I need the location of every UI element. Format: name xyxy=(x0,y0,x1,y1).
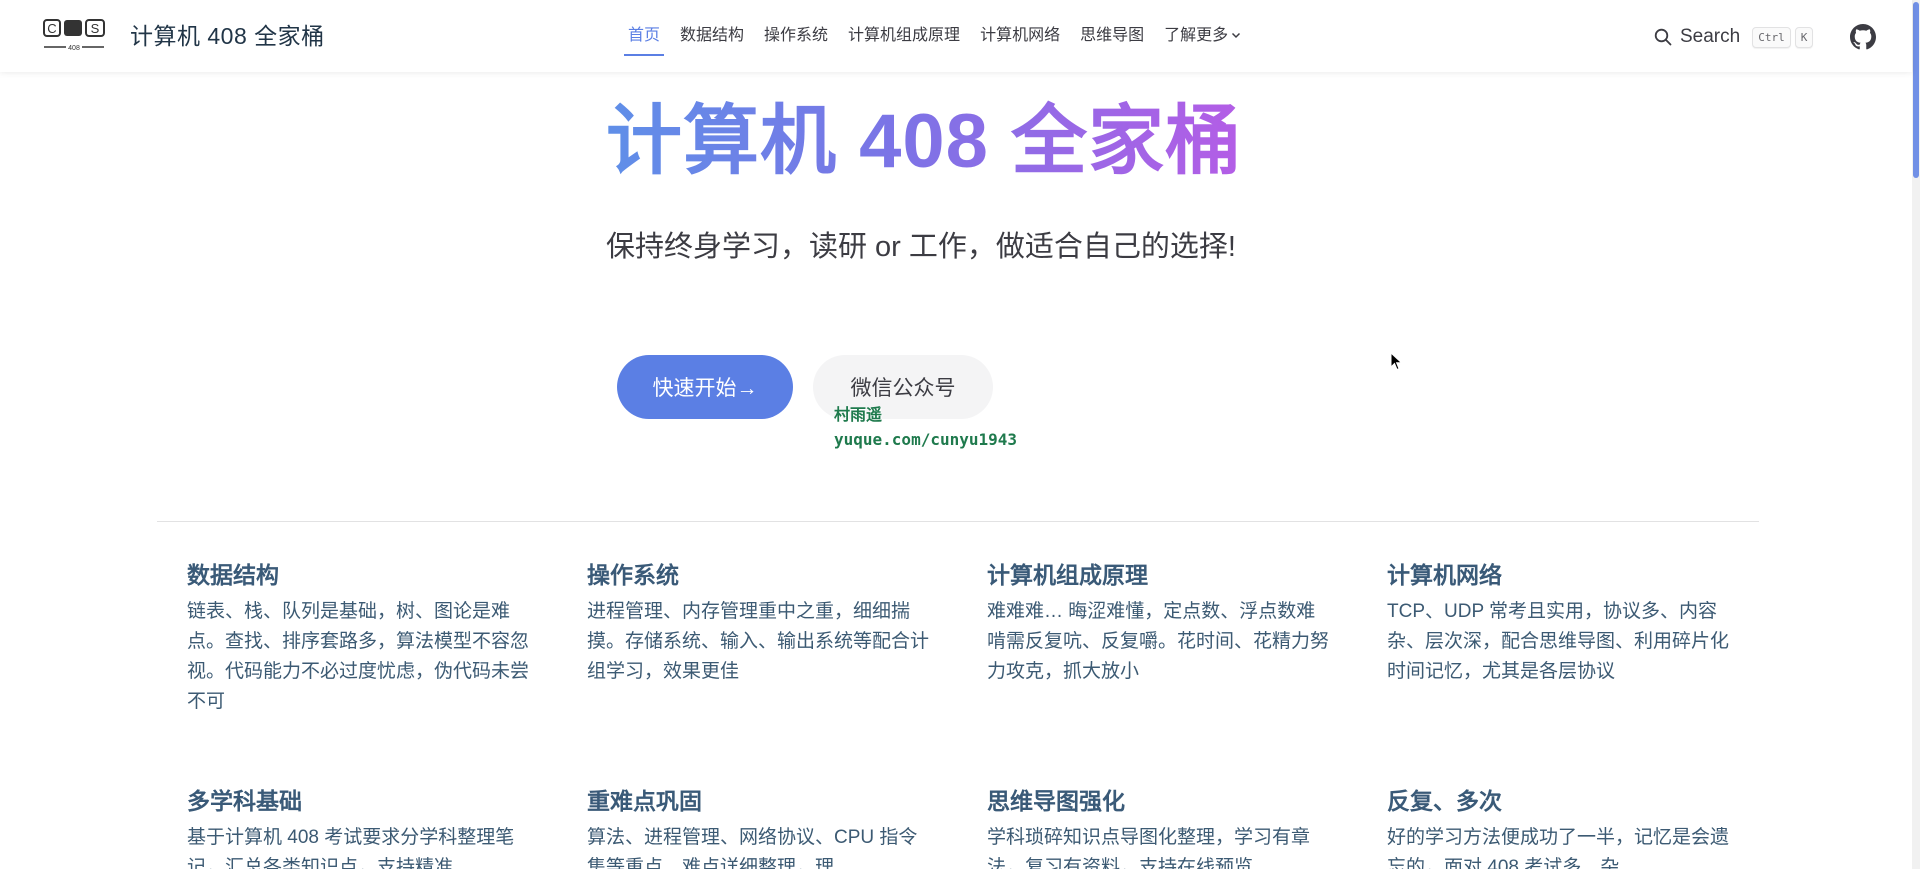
github-icon[interactable] xyxy=(1850,24,1876,50)
feature-title: 多学科基础 xyxy=(187,788,302,814)
feature-card: 操作系统 进程管理、内存管理重中之重，细细揣摸。存储系统、输入、输出系统等配合计… xyxy=(587,559,933,687)
scrollbar-thumb[interactable] xyxy=(1913,2,1919,178)
svg-text:C: C xyxy=(47,21,56,36)
feature-card: 数据结构 链表、栈、队列是基础，树、图论是难点。查找、排序套路多，算法模型不容忽… xyxy=(187,559,533,717)
chevron-down-icon xyxy=(1232,32,1241,39)
site-logo[interactable]: C S 408 xyxy=(42,18,106,54)
mouse-cursor-icon xyxy=(1390,352,1403,371)
feature-card: 多学科基础 基于计算机 408 考试要求分学科整理笔记，汇总各类知识点，支持精准 xyxy=(187,785,533,869)
shortcut-key-k: K xyxy=(1794,26,1814,48)
shortcut-key-ctrl: Ctrl xyxy=(1752,26,1791,48)
feature-title: 思维导图强化 xyxy=(987,788,1125,814)
main-menu: 首页 数据结构 操作系统 计算机组成原理 计算机网络 思维导图 了解更多 xyxy=(618,0,1252,72)
section-divider xyxy=(157,521,1759,522)
nav-home[interactable]: 首页 xyxy=(618,0,670,72)
nav-learn-more[interactable]: 了解更多 xyxy=(1154,0,1252,72)
feature-card: 计算机网络 TCP、UDP 常考且实用，协议多、内容杂、层次深，配合思维导图、利… xyxy=(1387,559,1733,687)
feature-description: 学科琐碎知识点导图化整理，学习有章法，复习有资料，支持在线预览 xyxy=(987,827,1311,869)
watermark: 村雨遥 yuque.com/cunyu1943 xyxy=(834,404,1017,452)
feature-title: 重难点巩固 xyxy=(587,788,702,814)
nav-computer-networks[interactable]: 计算机网络 xyxy=(970,0,1070,72)
quick-start-button[interactable]: 快速开始→ xyxy=(617,355,793,419)
feature-description: 难难难… 晦涩难懂，定点数、浮点数难啃需反复吭、反复嚼。花时间、花精力努力攻克，… xyxy=(987,601,1330,682)
feature-card: 思维导图强化 学科琐碎知识点导图化整理，学习有章法，复习有资料，支持在线预览 xyxy=(987,785,1333,869)
nav-data-structures[interactable]: 数据结构 xyxy=(670,0,754,72)
feature-title: 计算机网络 xyxy=(1387,562,1502,588)
nav-computer-organization[interactable]: 计算机组成原理 xyxy=(838,0,970,72)
svg-text:S: S xyxy=(91,21,100,36)
feature-title: 数据结构 xyxy=(187,562,279,588)
feature-title: 计算机组成原理 xyxy=(987,562,1148,588)
search-button[interactable]: Search Ctrl K xyxy=(1654,22,1814,52)
top-nav: C S 408 计算机 408 全家桶 首页 数据结构 操作系统 计算机组成原理… xyxy=(0,0,1912,72)
feature-title: 反复、多次 xyxy=(1387,788,1502,814)
nav-learn-more-label: 了解更多 xyxy=(1164,27,1229,44)
feature-card: 重难点巩固 算法、进程管理、网络协议、CPU 指令集等重点、难点详细整理，理 xyxy=(587,785,933,869)
hero-tagline: 保持终身学习，读研 or 工作，做适合自己的选择! xyxy=(606,231,1236,263)
feature-card: 计算机组成原理 难难难… 晦涩难懂，定点数、浮点数难啃需反复吭、反复嚼。花时间、… xyxy=(987,559,1333,687)
nav-operating-systems[interactable]: 操作系统 xyxy=(754,0,838,72)
feature-card: 反复、多次 好的学习方法便成功了一半，记忆是会遗忘的，面对 408 考试多、杂 xyxy=(1387,785,1733,869)
search-icon xyxy=(1654,28,1672,46)
watermark-name: 村雨遥 xyxy=(834,407,883,424)
feature-title: 操作系统 xyxy=(587,562,679,588)
feature-description: 链表、栈、队列是基础，树、图论是难点。查找、排序套路多，算法模型不容忽视。代码能… xyxy=(187,601,530,712)
search-label: Search xyxy=(1680,26,1741,47)
feature-description: 基于计算机 408 考试要求分学科整理笔记，汇总各类知识点，支持精准 xyxy=(187,827,515,869)
feature-description: 算法、进程管理、网络协议、CPU 指令集等重点、难点详细整理，理 xyxy=(587,827,918,869)
nav-mind-maps[interactable]: 思维导图 xyxy=(1070,0,1154,72)
svg-text:408: 408 xyxy=(68,45,80,52)
hero-title: 计算机 408 全家桶 xyxy=(606,96,1242,188)
site-title[interactable]: 计算机 408 全家桶 xyxy=(130,20,325,52)
feature-description: TCP、UDP 常考且实用，协议多、内容杂、层次深，配合思维导图、利用碎片化时间… xyxy=(1387,601,1730,682)
feature-description: 好的学习方法便成功了一半，记忆是会遗忘的，面对 408 考试多、杂 xyxy=(1387,827,1730,869)
watermark-url: yuque.com/cunyu1943 xyxy=(834,430,1018,449)
feature-description: 进程管理、内存管理重中之重，细细揣摸。存储系统、输入、输出系统等配合计组学习，效… xyxy=(587,601,930,682)
